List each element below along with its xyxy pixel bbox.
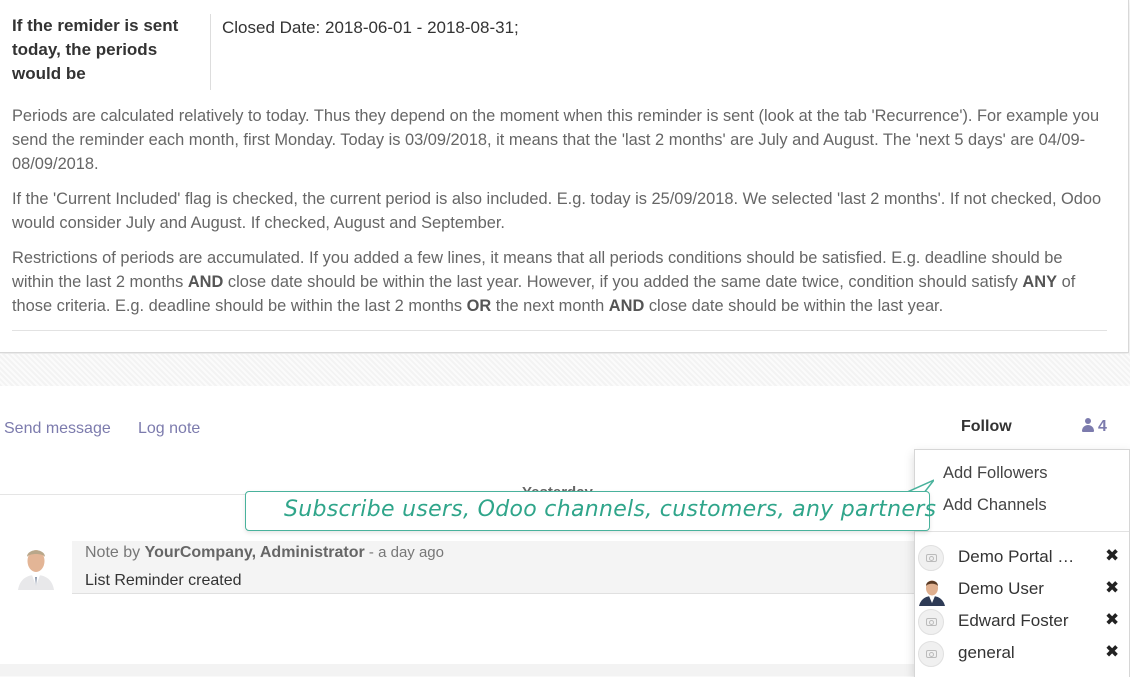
divider (12, 330, 1107, 331)
remove-icon[interactable]: ✖ (1105, 546, 1119, 566)
tooltip-callout: Subscribe users, Odoo channels, customer… (245, 491, 936, 531)
message-header: Note by YourCompany, Administrator - a d… (85, 544, 444, 561)
help-paragraph-3: Restrictions of periods are accumulated.… (12, 249, 1076, 315)
add-followers-item[interactable]: Add Followers (943, 464, 1048, 483)
camera-icon (918, 609, 944, 635)
message: Note by YourCompany, Administrator - a d… (72, 541, 922, 594)
help-paragraph-2: If the 'Current Included' flag is checke… (12, 190, 1102, 232)
camera-icon (918, 545, 944, 571)
message-author[interactable]: YourCompany, Administrator (145, 544, 365, 561)
follower-name: Edward Foster (958, 611, 1069, 630)
follower-name: Demo User (958, 579, 1044, 598)
follower-item[interactable]: Demo Portal User ✖ (915, 542, 1129, 574)
periods-value: Closed Date: 2018-06-01 - 2018-08-31; (222, 18, 519, 37)
field-separator (210, 14, 211, 90)
followers-button[interactable]: 4 (1082, 418, 1107, 436)
follower-avatar (918, 576, 946, 606)
message-body: List Reminder created (85, 572, 242, 589)
callout-text: Subscribe users, Odoo channels, customer… (284, 497, 937, 522)
follow-button[interactable]: Follow (961, 418, 1012, 436)
message-time: - a day ago (364, 544, 444, 561)
remove-icon[interactable]: ✖ (1105, 610, 1119, 630)
log-note-button[interactable]: Log note (138, 420, 200, 438)
periods-label: If the remider is sent today, the period… (12, 16, 179, 83)
follower-item[interactable]: Edward Foster ✖ (915, 606, 1129, 638)
periods-help-text: Periods are calculated relatively to tod… (12, 104, 1107, 329)
author-avatar[interactable] (14, 542, 58, 590)
followers-dropdown: Add Followers Add Channels Demo Portal U… (914, 449, 1130, 677)
add-channels-item[interactable]: Add Channels (943, 496, 1047, 515)
follower-item[interactable]: general ✖ (915, 638, 1129, 670)
dropdown-divider (915, 531, 1129, 532)
camera-icon (918, 641, 944, 667)
remove-icon[interactable]: ✖ (1105, 642, 1119, 662)
followers-count: 4 (1098, 418, 1107, 435)
follower-name: Demo Portal User (958, 547, 1083, 566)
follower-item[interactable]: Demo User ✖ (915, 574, 1129, 606)
remove-icon[interactable]: ✖ (1105, 578, 1119, 598)
user-icon (1082, 418, 1094, 432)
follower-name: general (958, 643, 1015, 662)
sheet-background-band (0, 354, 1130, 386)
help-paragraph-1: Periods are calculated relatively to tod… (12, 107, 1100, 173)
form-sheet: If the remider is sent today, the period… (0, 0, 1129, 353)
send-message-button[interactable]: Send message (4, 420, 111, 438)
